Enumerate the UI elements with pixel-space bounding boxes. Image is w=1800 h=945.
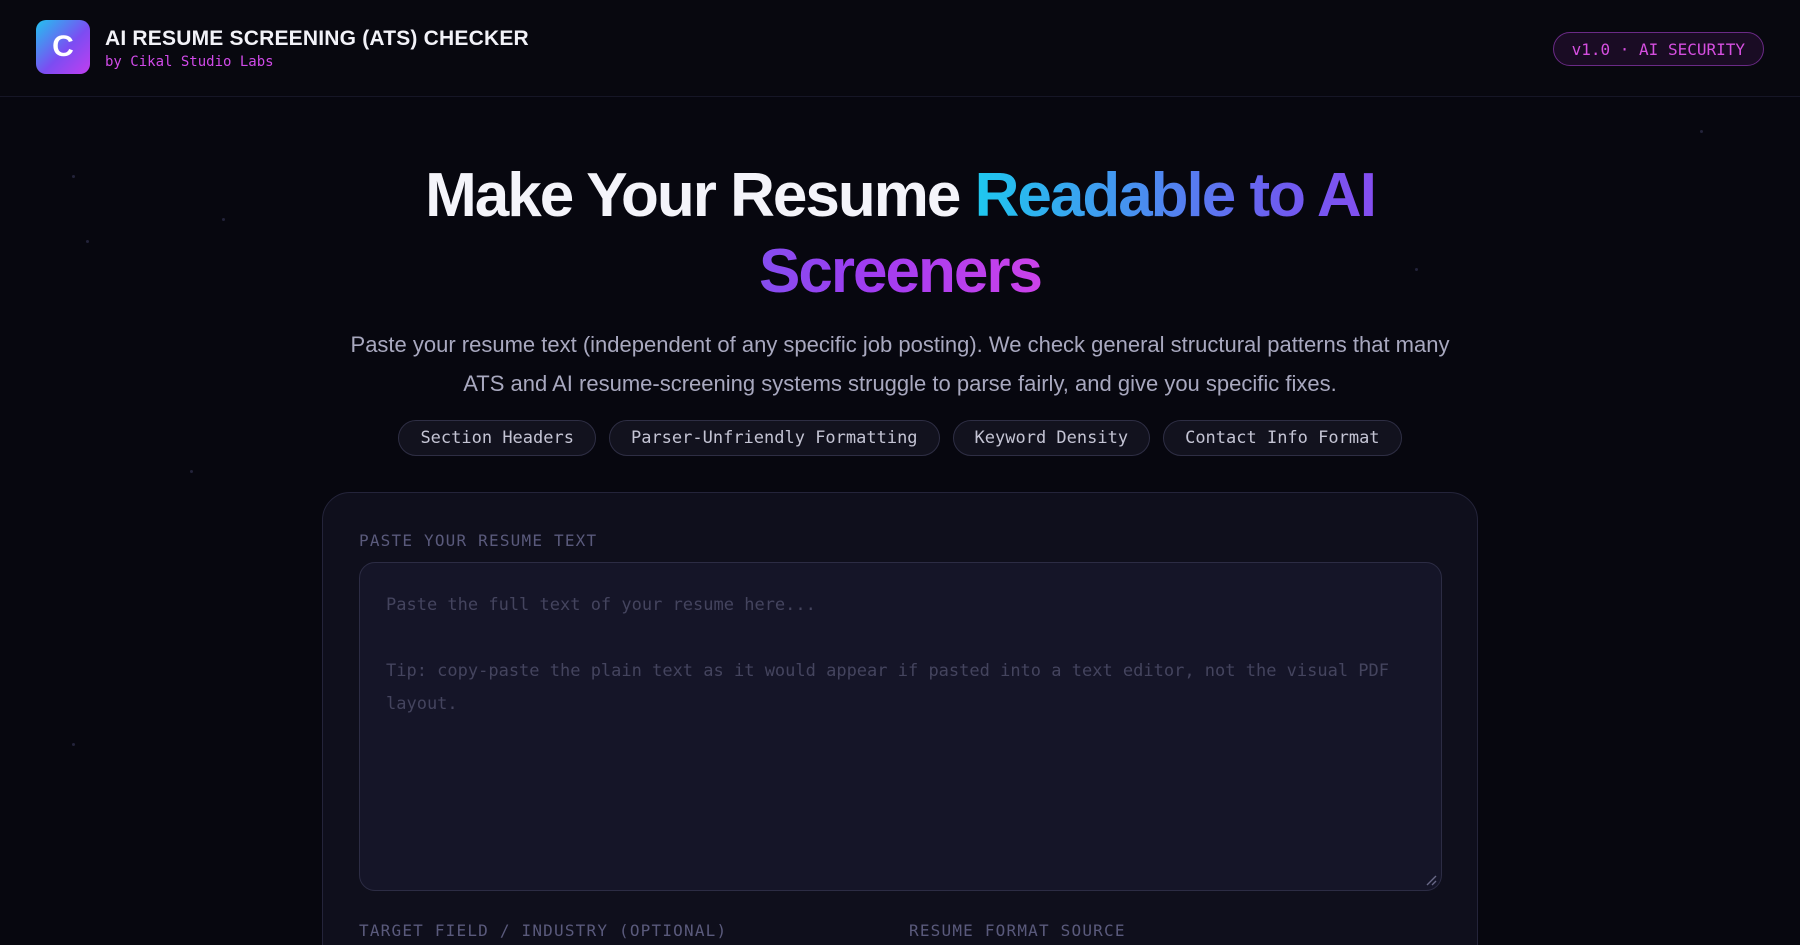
format-source-label: RESUME FORMAT SOURCE [909,921,1126,940]
resume-placeholder-line1: Paste the full text of your resume here.… [386,595,816,615]
target-field-label: TARGET FIELD / INDUSTRY (OPTIONAL) [359,921,728,940]
version-badge: v1.0 · AI SECURITY [1552,32,1764,66]
background-star [72,743,75,746]
chip-keyword-density: Keyword Density [952,420,1151,456]
top-header: C AI RESUME SCREENING (ATS) CHECKER by C… [0,0,1800,97]
background-star [86,240,89,243]
chip-section-headers: Section Headers [398,420,596,456]
resume-text-label: PASTE YOUR RESUME TEXT [359,531,598,550]
background-star [190,470,193,473]
logo-letter: C [52,30,74,63]
resume-input-card: PASTE YOUR RESUME TEXT Paste the full te… [322,492,1478,945]
resize-handle-icon[interactable] [1425,874,1437,886]
app-logo[interactable]: C [36,20,90,74]
app-byline: by Cikal Studio Labs [105,54,274,70]
resume-placeholder-line2: Tip: copy-paste the plain text as it wou… [386,661,1400,714]
resume-text-input[interactable]: Paste the full text of your resume here.… [359,562,1442,891]
chip-contact-info-format: Contact Info Format [1163,420,1402,456]
hero-title: Make Your Resume Readable to AI Screener… [300,158,1500,310]
hero-description: Paste your resume text (independent of a… [350,332,1450,396]
background-star [72,175,75,178]
background-star [222,218,225,221]
check-categories: Section Headers Parser-Unfriendly Format… [0,420,1800,456]
chip-parser-unfriendly-formatting: Parser-Unfriendly Formatting [608,420,940,456]
background-star [1700,130,1703,133]
app-title: AI RESUME SCREENING (ATS) CHECKER [105,27,529,50]
hero-title-plain: Make Your Resume [425,161,975,230]
